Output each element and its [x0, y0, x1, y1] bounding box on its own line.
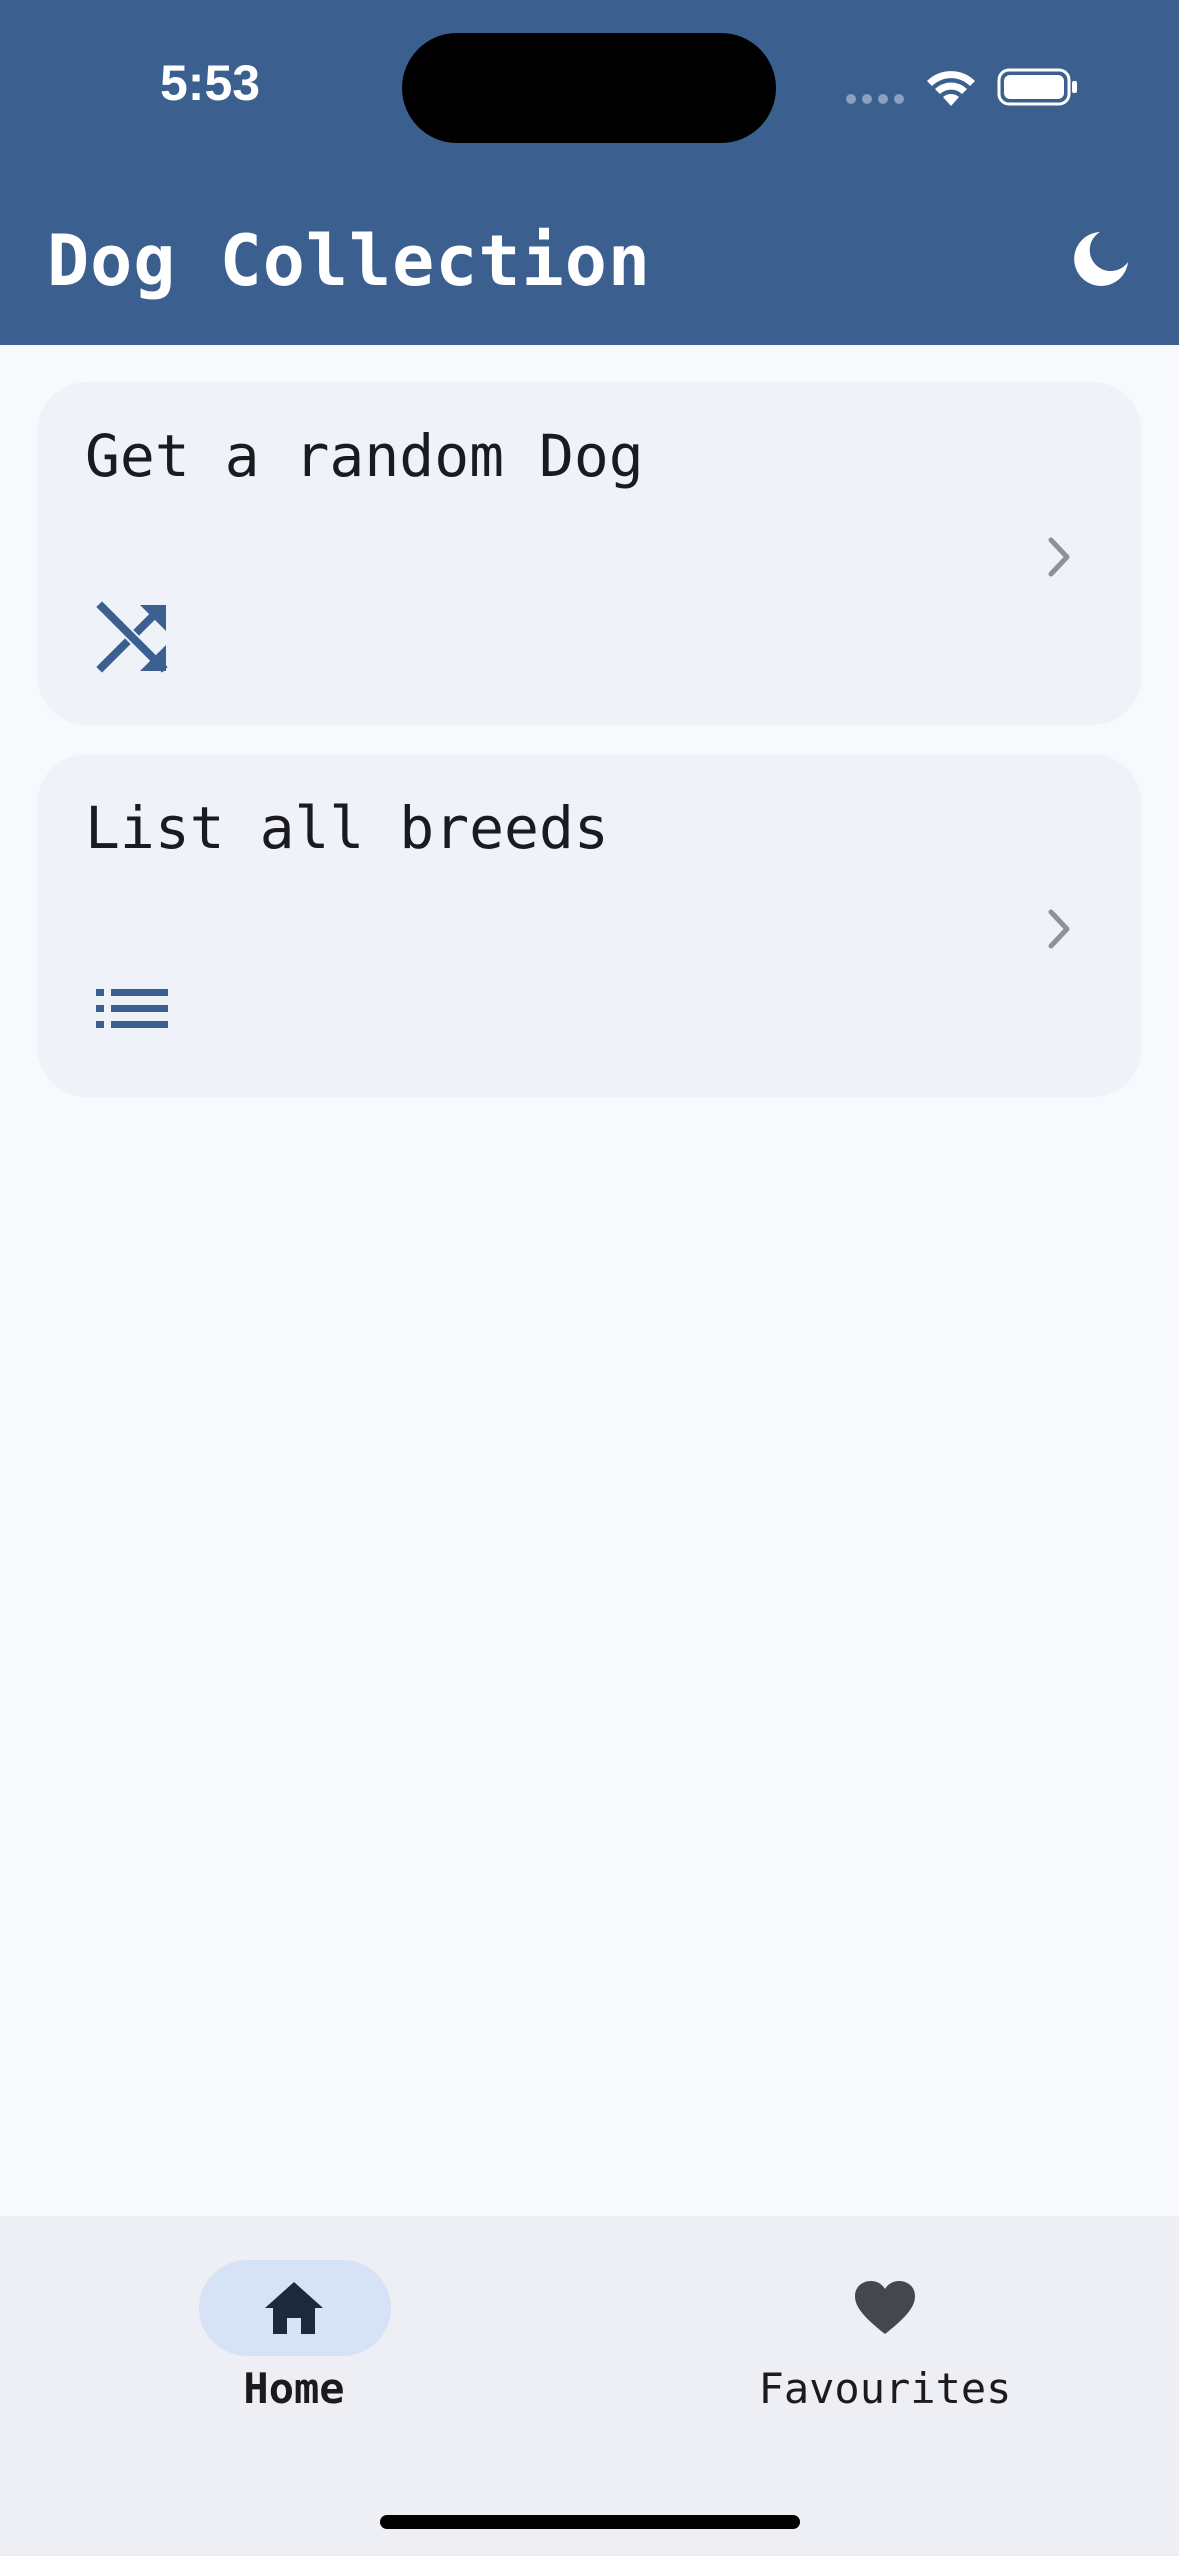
- page-title: Dog Collection: [47, 220, 652, 302]
- home-indicator: [380, 2515, 800, 2529]
- chevron-right-icon: [1048, 537, 1070, 577]
- status-time: 5:53: [160, 55, 261, 111]
- wifi-icon: [927, 71, 975, 106]
- card-label: List all breeds: [85, 794, 609, 862]
- nav-label-home: Home: [243, 2364, 345, 2413]
- card-label: Get a random Dog: [85, 422, 644, 490]
- shuffle-icon: [96, 601, 168, 673]
- random-dog-card[interactable]: Get a random Dog: [37, 382, 1142, 725]
- nav-label-favourites: Favourites: [758, 2364, 1012, 2413]
- list-icon: [96, 989, 168, 1028]
- nav-item-home[interactable]: Home: [84, 2216, 504, 2416]
- home-icon: [265, 2282, 323, 2334]
- status-icons: [846, 68, 1077, 106]
- chevron-right-icon: [1048, 909, 1070, 949]
- list-breeds-card[interactable]: List all breeds: [37, 754, 1142, 1097]
- signal-icon: [846, 94, 904, 104]
- battery-icon: [997, 68, 1077, 106]
- moon-icon[interactable]: [1070, 228, 1132, 290]
- bottom-navigation: Home Favourites: [0, 2216, 1179, 2556]
- app-header: 5:53 Dog Collection: [0, 0, 1179, 345]
- heart-icon: [855, 2281, 915, 2334]
- dynamic-island: [402, 33, 776, 143]
- nav-item-favourites[interactable]: Favourites: [675, 2216, 1095, 2416]
